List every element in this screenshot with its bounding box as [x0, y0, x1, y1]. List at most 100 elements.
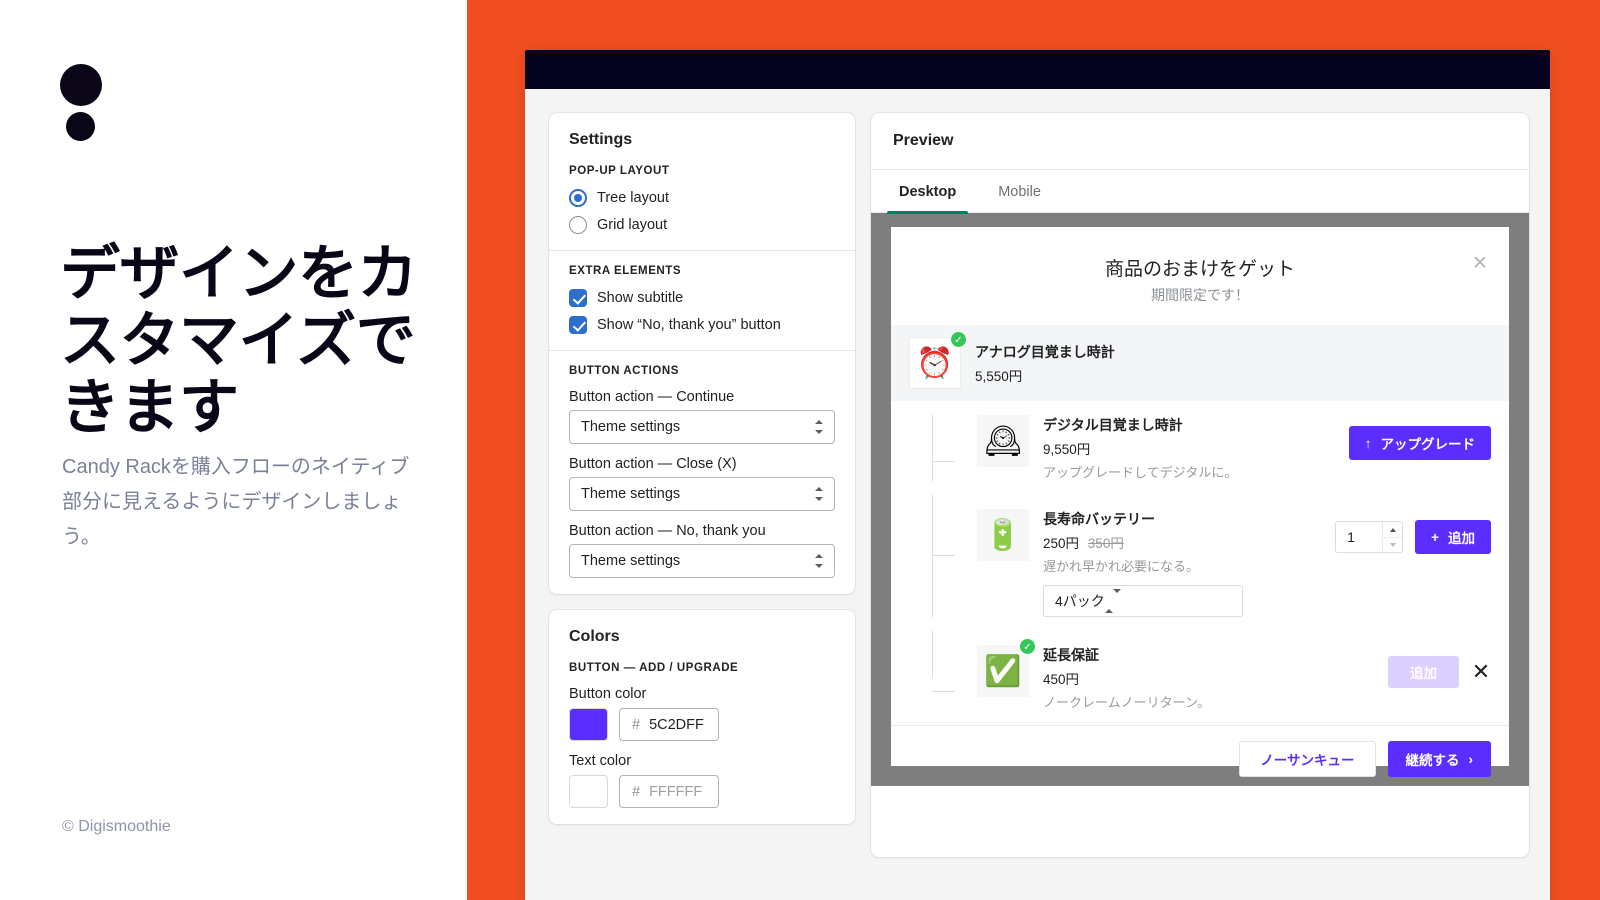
close-icon[interactable]: ✕: [1471, 254, 1489, 273]
radio-tree-layout-label: Tree layout: [597, 190, 669, 206]
offer-actions: ↑ アップグレード: [1348, 415, 1491, 460]
offer-name: 延長保証: [1043, 647, 1099, 663]
variant-select[interactable]: 4パック: [1043, 585, 1243, 617]
label-action-no-thanks: Button action — No, thank you: [569, 523, 766, 539]
preview-column: Preview Desktop Mobile 商品のおまけをゲット 期間限定です…: [871, 113, 1529, 900]
offer-main: 🕰 デジタル目覚まし時計 9,550円 アップグレードしてデジタルに。: [977, 415, 1349, 481]
radio-grid-layout[interactable]: Grid layout: [569, 216, 835, 234]
app-content: Settings POP-UP LAYOUT Tree layout Grid …: [525, 89, 1550, 900]
checkbox-show-no-thank-you[interactable]: Show “No, thank you” button: [569, 316, 835, 334]
preview-title: Preview: [871, 113, 1529, 170]
parent-product-row: ⏰ ✓ アナログ目覚まし時計 5,550円: [891, 325, 1509, 401]
offer-info: 延長保証 450円 ノークレームノーリターン。: [1043, 645, 1210, 711]
parent-product-price: 5,550円: [975, 368, 1023, 384]
offer-main: 🔋 長寿命バッテリー 250円 350円 遅かれ早かれ必要になる。 4パック: [977, 509, 1335, 617]
button-actions-section: BUTTON ACTIONS Button action — Continue …: [549, 350, 855, 594]
selected-check-badge-icon: ✓: [1019, 638, 1036, 655]
selected-check-badge-icon: ✓: [950, 331, 967, 348]
continue-button[interactable]: 継続する ›: [1387, 741, 1491, 777]
colors-button-section: BUTTON — ADD / UPGRADE Button color # 5C…: [549, 648, 855, 824]
offer-price: 250円: [1043, 536, 1080, 551]
copyright-text: © Digismoothie: [62, 818, 171, 835]
text-color-row: # FFFFFF: [569, 775, 835, 808]
offer-name: デジタル目覚まし時計: [1043, 417, 1183, 433]
button-color-swatch[interactable]: [569, 708, 608, 741]
quantity-stepper[interactable]: 1: [1335, 521, 1404, 553]
two-dots-logo-icon: [60, 64, 102, 141]
quantity-increment-button[interactable]: [1383, 522, 1402, 537]
tab-mobile[interactable]: Mobile: [992, 170, 1047, 212]
button-color-hex-input[interactable]: # 5C2DFF: [619, 708, 719, 741]
text-color-swatch[interactable]: [569, 775, 608, 808]
text-color-hex-input[interactable]: # FFFFFF: [619, 775, 719, 808]
quantity-step-buttons[interactable]: [1382, 522, 1403, 552]
plus-icon: +: [1431, 529, 1439, 545]
settings-card: Settings POP-UP LAYOUT Tree layout Grid …: [549, 113, 855, 594]
chevron-updown-icon: [815, 487, 823, 501]
popup-layout-label: POP-UP LAYOUT: [569, 165, 670, 177]
popup-subtitle: 期間限定です！: [1151, 287, 1249, 303]
radio-icon-unchecked[interactable]: [569, 216, 587, 234]
decline-button[interactable]: ノーサンキュー: [1239, 741, 1376, 777]
tree-line-horizontal: [932, 555, 955, 556]
parent-product-name: アナログ目覚まし時計: [975, 343, 1115, 360]
chevron-updown-icon: [815, 554, 823, 568]
app-top-bar: [525, 50, 1550, 89]
radio-tree-layout[interactable]: Tree layout: [569, 189, 835, 207]
caret-down-icon: [1389, 543, 1396, 547]
checkbox-icon-checked[interactable]: [569, 316, 587, 334]
select-action-close[interactable]: Theme settings: [569, 477, 835, 511]
checkbox-icon-checked[interactable]: [569, 289, 587, 307]
batteries-icon: 🔋: [977, 509, 1029, 561]
page-title: デザインをカスタマイズできます: [60, 240, 418, 442]
colors-section-label: BUTTON — ADD / UPGRADE: [569, 662, 739, 674]
button-actions-label: BUTTON ACTIONS: [569, 365, 679, 377]
variant-select-value: 4パック: [1055, 593, 1105, 609]
checkbox-show-subtitle-label: Show subtitle: [597, 290, 684, 306]
select-action-close-value: Theme settings: [581, 486, 681, 502]
offer-description: ノークレームノーリターン。: [1043, 695, 1211, 710]
label-text-color: Text color: [569, 753, 632, 769]
button-color-row: # 5C2DFF: [569, 708, 835, 741]
logo-dot-large: [60, 64, 102, 106]
tree-connector: [891, 415, 977, 481]
hash-prefix: #: [632, 783, 641, 800]
tree-line-vertical: [932, 415, 933, 481]
add-button[interactable]: + 追加: [1415, 520, 1491, 554]
offer-price: 450円: [1043, 672, 1080, 687]
select-action-continue-value: Theme settings: [581, 419, 681, 435]
tree-line-horizontal: [932, 461, 955, 462]
radio-icon-checked[interactable]: [569, 189, 587, 207]
tree-line-horizontal: [932, 691, 955, 692]
orange-stage: Settings POP-UP LAYOUT Tree layout Grid …: [467, 0, 1600, 900]
offer-compare-at-price: 350円: [1087, 536, 1124, 551]
added-button-disabled: 追加: [1388, 656, 1459, 688]
added-button-label: 追加: [1410, 666, 1437, 681]
warranty-badge-icon: ✅ ✓: [977, 638, 1036, 697]
text-color-hex-placeholder: FFFFFF: [649, 783, 703, 800]
offer-price: 9,550円: [1043, 442, 1091, 457]
preview-card: Preview Desktop Mobile 商品のおまけをゲット 期間限定です…: [871, 113, 1529, 857]
offer-info: 長寿命バッテリー 250円 350円 遅かれ早かれ必要になる。 4パック: [1043, 509, 1243, 617]
popup-footer: ノーサンキュー 継続する ›: [891, 725, 1509, 792]
brand-panel: デザインをカスタマイズできます Candy Rackを購入フローのネイティブ部分…: [0, 0, 467, 900]
quantity-decrement-button[interactable]: [1383, 537, 1403, 552]
checkbox-show-subtitle[interactable]: Show subtitle: [569, 289, 835, 307]
upgrade-button[interactable]: ↑ アップグレード: [1348, 426, 1491, 460]
tab-desktop[interactable]: Desktop: [886, 170, 969, 214]
page-subtitle: Candy Rackを購入フローのネイティブ部分に見えるようにデザインしましょう…: [62, 456, 410, 548]
select-action-continue[interactable]: Theme settings: [569, 410, 835, 444]
settings-card-title: Settings: [569, 131, 633, 148]
label-action-close: Button action — Close (X): [569, 456, 737, 472]
popup-layout-section: POP-UP LAYOUT Tree layout Grid layout: [549, 151, 855, 250]
quantity-value[interactable]: 1: [1336, 522, 1382, 552]
extra-elements-label: EXTRA ELEMENTS: [569, 265, 682, 277]
chevron-updown-icon: [1104, 589, 1121, 613]
offer-actions: 1 + 追加: [1335, 509, 1491, 554]
analog-alarm-clock-icon: ⏰ ✓: [909, 331, 967, 389]
select-action-no-thanks[interactable]: Theme settings: [569, 544, 835, 578]
app-window: Settings POP-UP LAYOUT Tree layout Grid …: [525, 50, 1550, 900]
remove-offer-icon[interactable]: ✕: [1471, 661, 1491, 683]
label-action-continue: Button action — Continue: [569, 389, 735, 405]
offer-list: ⏰ ✓ アナログ目覚まし時計 5,550円 🕰 デジタル目覚まし時計 9,550…: [891, 325, 1509, 725]
